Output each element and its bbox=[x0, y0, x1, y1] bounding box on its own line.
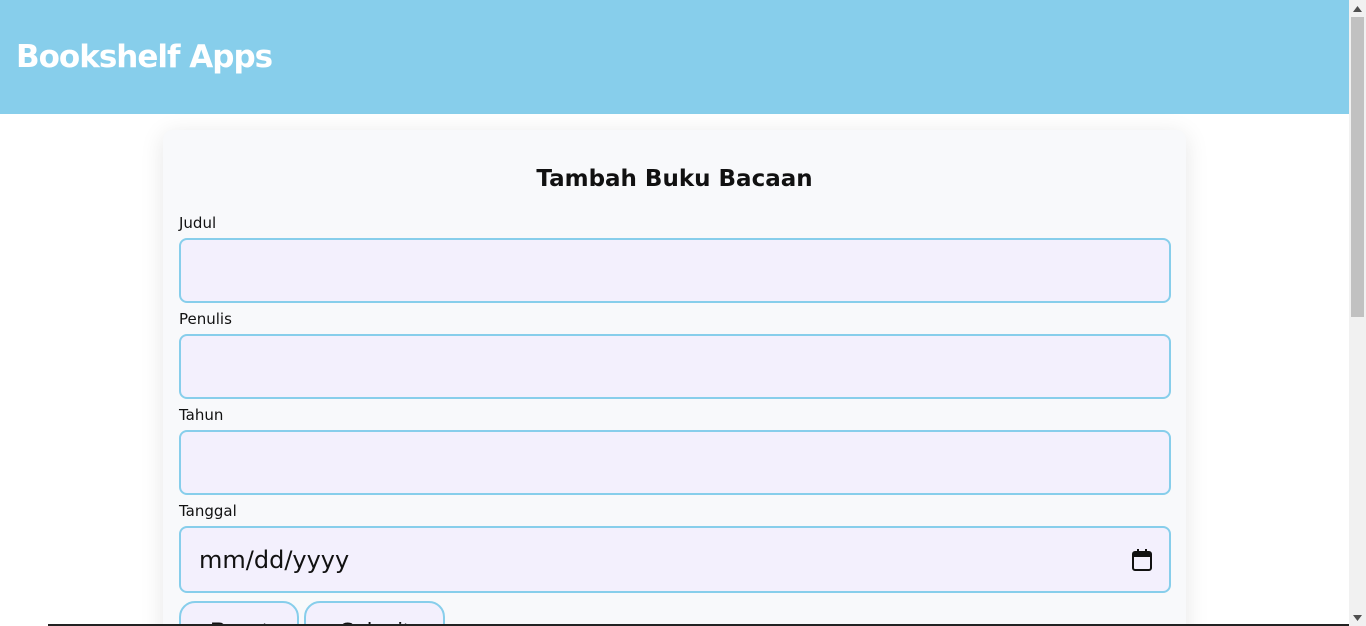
add-book-form-card: Tambah Buku Bacaan Judul Penulis Tahun T… bbox=[163, 130, 1186, 626]
penulis-input[interactable] bbox=[179, 334, 1171, 399]
scrollbar-thumb[interactable] bbox=[1351, 17, 1364, 317]
app-header: Bookshelf Apps bbox=[0, 0, 1349, 114]
calendar-icon[interactable] bbox=[1131, 548, 1153, 571]
tahun-label: Tahun bbox=[179, 406, 224, 424]
scroll-down-arrow-icon[interactable] bbox=[1349, 609, 1366, 626]
scroll-up-arrow-icon[interactable] bbox=[1349, 0, 1366, 17]
page-viewport: Bookshelf Apps Tambah Buku Bacaan Judul … bbox=[0, 0, 1349, 626]
date-placeholder: mm/dd/yyyy bbox=[199, 545, 350, 574]
judul-input[interactable] bbox=[179, 238, 1171, 303]
judul-label: Judul bbox=[179, 214, 217, 232]
tahun-input[interactable] bbox=[179, 430, 1171, 495]
tanggal-label: Tanggal bbox=[179, 502, 237, 520]
form-title: Tambah Buku Bacaan bbox=[536, 166, 813, 192]
submit-button[interactable]: Submit bbox=[304, 601, 445, 626]
tanggal-date-input[interactable]: mm/dd/yyyy bbox=[179, 526, 1171, 593]
vertical-scrollbar[interactable] bbox=[1349, 0, 1366, 626]
reset-button[interactable]: Reset bbox=[179, 601, 299, 626]
penulis-label: Penulis bbox=[179, 310, 232, 328]
app-title: Bookshelf Apps bbox=[16, 39, 273, 75]
